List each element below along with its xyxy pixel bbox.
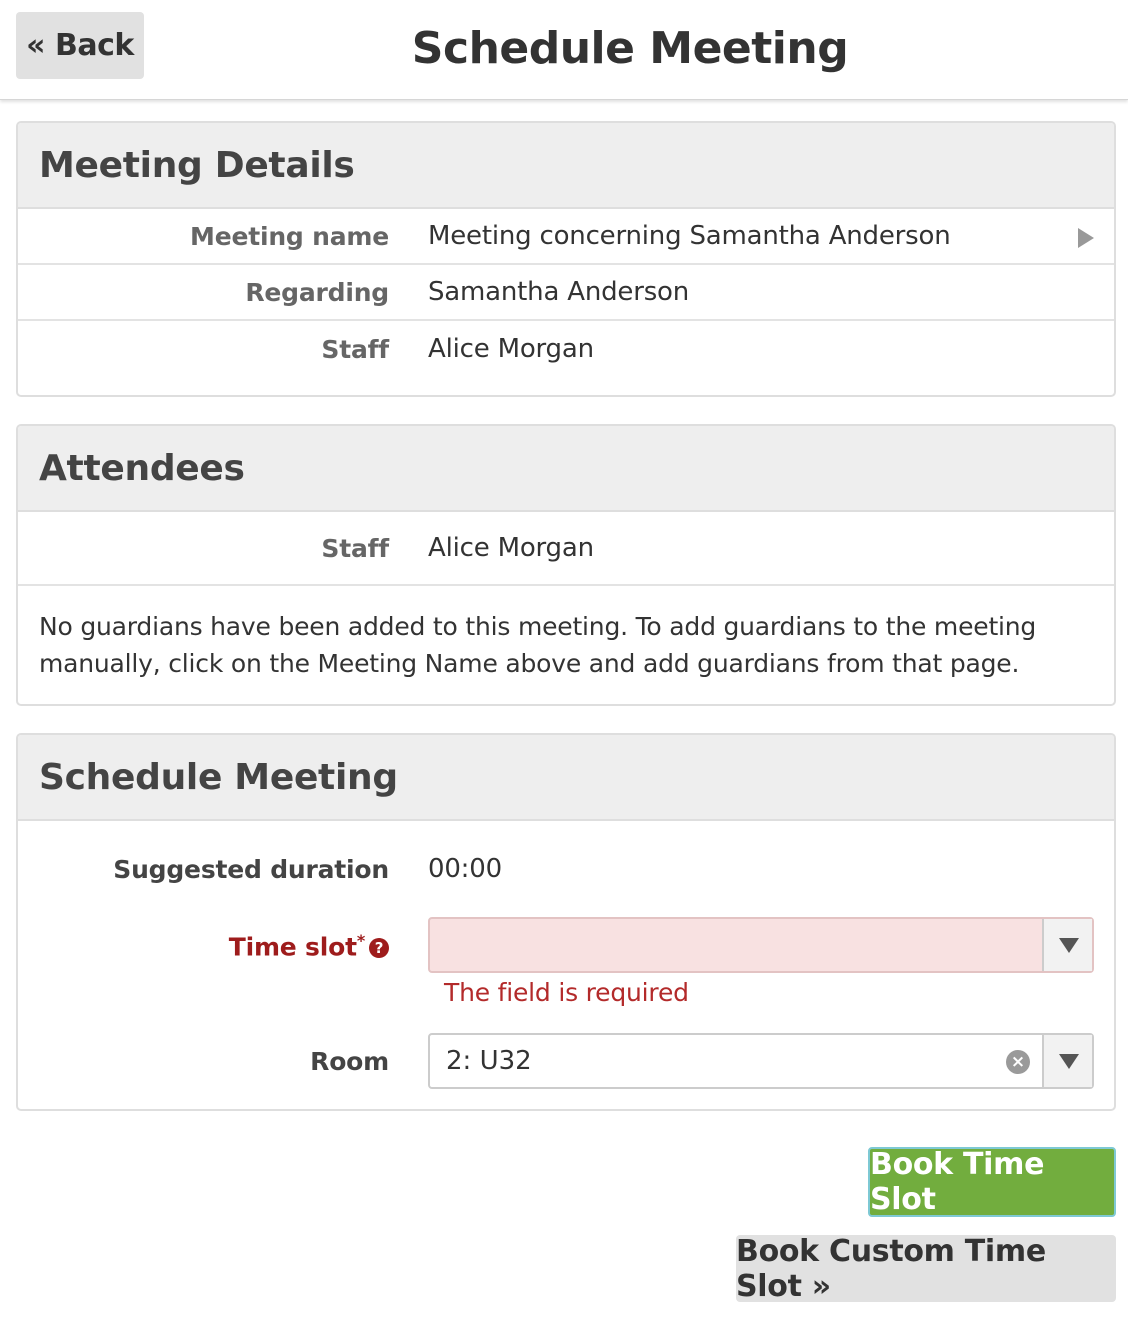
- top-bar: Schedule Meeting « Back: [0, 0, 1128, 100]
- time-slot-label: Time slot*?: [18, 931, 389, 961]
- attendee-staff-value: Alice Morgan: [428, 533, 594, 563]
- chevron-down-icon: [1059, 1054, 1079, 1069]
- meeting-name-label: Meeting name: [190, 221, 389, 251]
- page-title: Schedule Meeting: [411, 22, 849, 74]
- suggested-duration-label: Suggested duration: [113, 855, 389, 884]
- meeting-name-value[interactable]: Meeting concerning Samantha Anderson: [428, 221, 951, 251]
- regarding-label: Regarding: [245, 277, 389, 307]
- regarding-value: Samantha Anderson: [428, 277, 690, 307]
- suggested-duration-value: 00:00: [428, 854, 502, 884]
- meeting-details-panel: Meeting Details Meeting name Meeting con…: [16, 121, 1116, 397]
- schedule-meeting-panel: Schedule Meeting Suggested duration 00:0…: [16, 733, 1116, 1111]
- room-value: 2: U32: [446, 1046, 532, 1076]
- room-label: Room: [310, 1047, 389, 1076]
- time-slot-error: The field is required: [444, 978, 689, 1007]
- chevron-right-icon[interactable]: [1078, 228, 1094, 248]
- clear-circle-icon[interactable]: ×: [1006, 1050, 1030, 1074]
- meeting-name-row[interactable]: Meeting name Meeting concerning Samantha…: [18, 209, 1114, 265]
- question-circle-icon[interactable]: ?: [369, 938, 389, 959]
- time-slot-label-text: Time slot: [228, 932, 357, 962]
- attendees-header: Attendees: [18, 426, 1114, 512]
- meeting-details-header: Meeting Details: [18, 123, 1114, 209]
- staff-value: Alice Morgan: [428, 334, 594, 364]
- time-slot-dropdown-toggle[interactable]: [1042, 919, 1092, 971]
- regarding-row: Regarding Samantha Anderson: [18, 265, 1114, 321]
- back-button[interactable]: « Back: [16, 12, 144, 79]
- staff-row: Staff Alice Morgan: [18, 321, 1114, 377]
- no-guardians-note: No guardians have been added to this mee…: [39, 612, 1037, 678]
- room-select[interactable]: 2: U32 ×: [428, 1033, 1094, 1089]
- book-time-slot-button[interactable]: Book Time Slot: [868, 1147, 1116, 1217]
- book-custom-time-slot-button[interactable]: Book Custom Time Slot »: [736, 1234, 1116, 1304]
- attendees-panel: Attendees Staff Alice Morgan No guardian…: [16, 424, 1116, 706]
- room-dropdown-toggle[interactable]: [1042, 1035, 1092, 1087]
- required-marker: *: [356, 931, 365, 950]
- chevron-down-icon: [1059, 938, 1079, 953]
- schedule-meeting-header: Schedule Meeting: [18, 735, 1114, 821]
- staff-label: Staff: [321, 334, 389, 364]
- time-slot-select[interactable]: [428, 917, 1094, 973]
- attendee-staff-row: Staff Alice Morgan: [18, 512, 1114, 586]
- attendee-staff-label: Staff: [321, 533, 389, 563]
